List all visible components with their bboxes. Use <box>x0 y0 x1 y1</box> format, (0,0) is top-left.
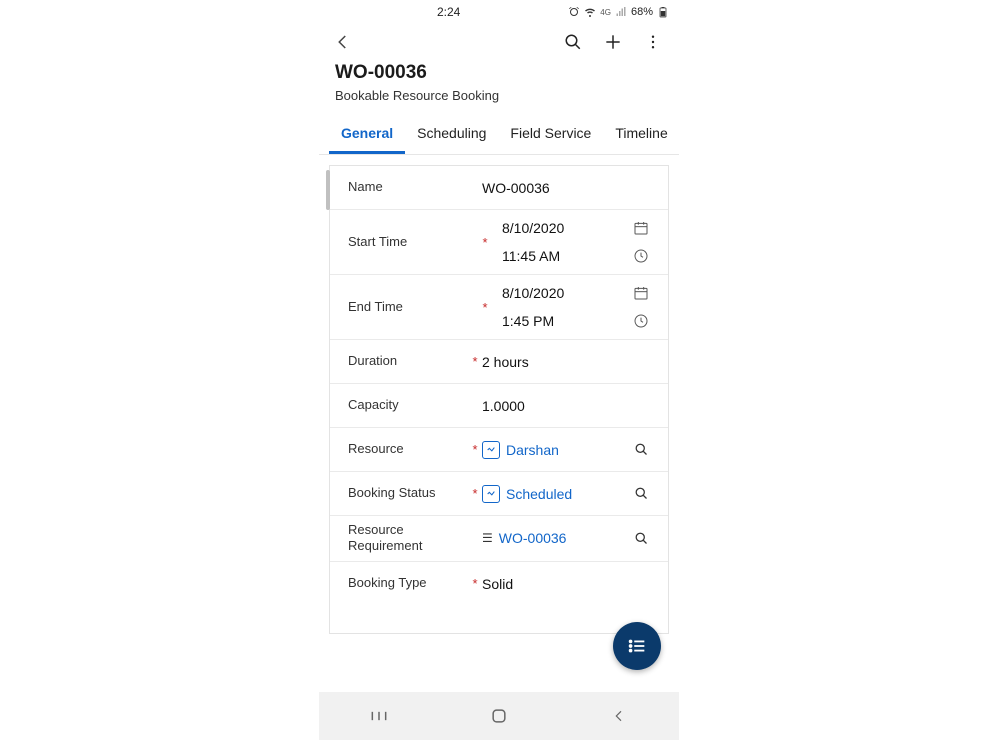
list-fab-button[interactable] <box>613 622 661 670</box>
field-value[interactable]: Solid <box>482 576 626 592</box>
required-marker: * <box>468 354 482 369</box>
alarm-icon <box>568 6 580 18</box>
android-nav-bar <box>319 692 679 740</box>
page-subtitle: Bookable Resource Booking <box>335 88 663 103</box>
status-indicators: 4G 68% <box>568 6 669 18</box>
record-header: WO-00036 Bookable Resource Booking <box>319 62 679 109</box>
field-resource[interactable]: Resource * Darshan <box>330 428 668 472</box>
required-marker: * <box>468 486 482 501</box>
tab-scheduling[interactable]: Scheduling <box>405 117 498 154</box>
more-button[interactable] <box>633 22 673 62</box>
field-label: Name <box>348 179 468 195</box>
field-booking-status[interactable]: Booking Status * Scheduled <box>330 472 668 516</box>
field-value[interactable]: ☰ WO-00036 <box>482 530 626 546</box>
field-value[interactable]: WO-00036 <box>482 180 626 196</box>
requirement-entity-icon: ☰ <box>482 531 493 545</box>
calendar-icon[interactable] <box>626 220 656 236</box>
end-date-value[interactable]: 8/10/2020 <box>502 285 626 301</box>
search-button[interactable] <box>553 22 593 62</box>
field-value[interactable]: Darshan <box>482 441 626 459</box>
recents-nav-button[interactable] <box>349 709 409 723</box>
required-marker: * <box>468 576 482 591</box>
page-title: WO-00036 <box>335 62 663 84</box>
clock-icon[interactable] <box>626 313 656 329</box>
status-entity-icon <box>482 485 500 503</box>
lookup-icon[interactable] <box>626 442 656 457</box>
field-booking-type[interactable]: Booking Type * Solid <box>330 562 668 606</box>
add-button[interactable] <box>593 22 633 62</box>
field-label: End Time <box>348 299 468 315</box>
network-icon: 4G <box>600 8 611 17</box>
clock-icon[interactable] <box>626 248 656 264</box>
field-label: Booking Status <box>348 485 468 501</box>
back-nav-button[interactable] <box>589 708 649 724</box>
field-start-time: Start Time * 8/10/2020 11:45 AM <box>330 210 668 275</box>
required-marker: * <box>468 442 482 457</box>
field-label: Resource Requirement <box>348 522 468 555</box>
battery-text: 68% <box>631 6 653 18</box>
required-marker: * <box>478 300 492 315</box>
field-duration[interactable]: Duration * 2 hours <box>330 340 668 384</box>
field-name[interactable]: Name WO-00036 <box>330 166 668 210</box>
tab-general[interactable]: General <box>329 117 405 154</box>
back-button[interactable] <box>325 24 361 60</box>
field-value[interactable]: 2 hours <box>482 354 626 370</box>
start-date-value[interactable]: 8/10/2020 <box>502 220 626 236</box>
resource-entity-icon <box>482 441 500 459</box>
battery-icon <box>657 6 669 18</box>
tab-field-service[interactable]: Field Service <box>498 117 603 154</box>
status-bar: 2:24 4G 68% <box>319 2 679 22</box>
field-value[interactable]: 1.0000 <box>482 398 626 414</box>
field-label: Booking Type <box>348 575 468 591</box>
tabs: General Scheduling Field Service Timelin… <box>319 117 679 155</box>
field-label: Start Time <box>348 234 468 250</box>
status-link-text: Scheduled <box>506 486 572 502</box>
signal-icon <box>615 6 627 18</box>
start-time-value[interactable]: 11:45 AM <box>502 248 626 264</box>
lookup-icon[interactable] <box>626 486 656 501</box>
phone-frame: 2:24 4G 68% <box>319 0 679 740</box>
field-label: Resource <box>348 441 468 457</box>
status-time: 2:24 <box>329 5 568 19</box>
app-bar <box>319 22 679 62</box>
resource-link-text: Darshan <box>506 442 559 458</box>
field-capacity[interactable]: Capacity 1.0000 <box>330 384 668 428</box>
wifi-icon <box>584 6 596 18</box>
requirement-link-text: WO-00036 <box>499 530 567 546</box>
tab-timeline[interactable]: Timeline <box>603 117 679 154</box>
required-marker: * <box>478 235 492 250</box>
field-value[interactable]: Scheduled <box>482 485 626 503</box>
calendar-icon[interactable] <box>626 285 656 301</box>
lookup-icon[interactable] <box>626 531 656 546</box>
field-label: Duration <box>348 353 468 369</box>
end-time-value[interactable]: 1:45 PM <box>502 313 626 329</box>
home-nav-button[interactable] <box>469 706 529 726</box>
field-resource-requirement[interactable]: Resource Requirement ☰ WO-00036 <box>330 516 668 562</box>
form-panel: Name WO-00036 Start Time * 8/10/2020 11:… <box>329 165 669 606</box>
field-end-time: End Time * 8/10/2020 1:45 PM <box>330 275 668 340</box>
scroll-indicator[interactable] <box>326 170 330 210</box>
field-label: Capacity <box>348 397 468 413</box>
